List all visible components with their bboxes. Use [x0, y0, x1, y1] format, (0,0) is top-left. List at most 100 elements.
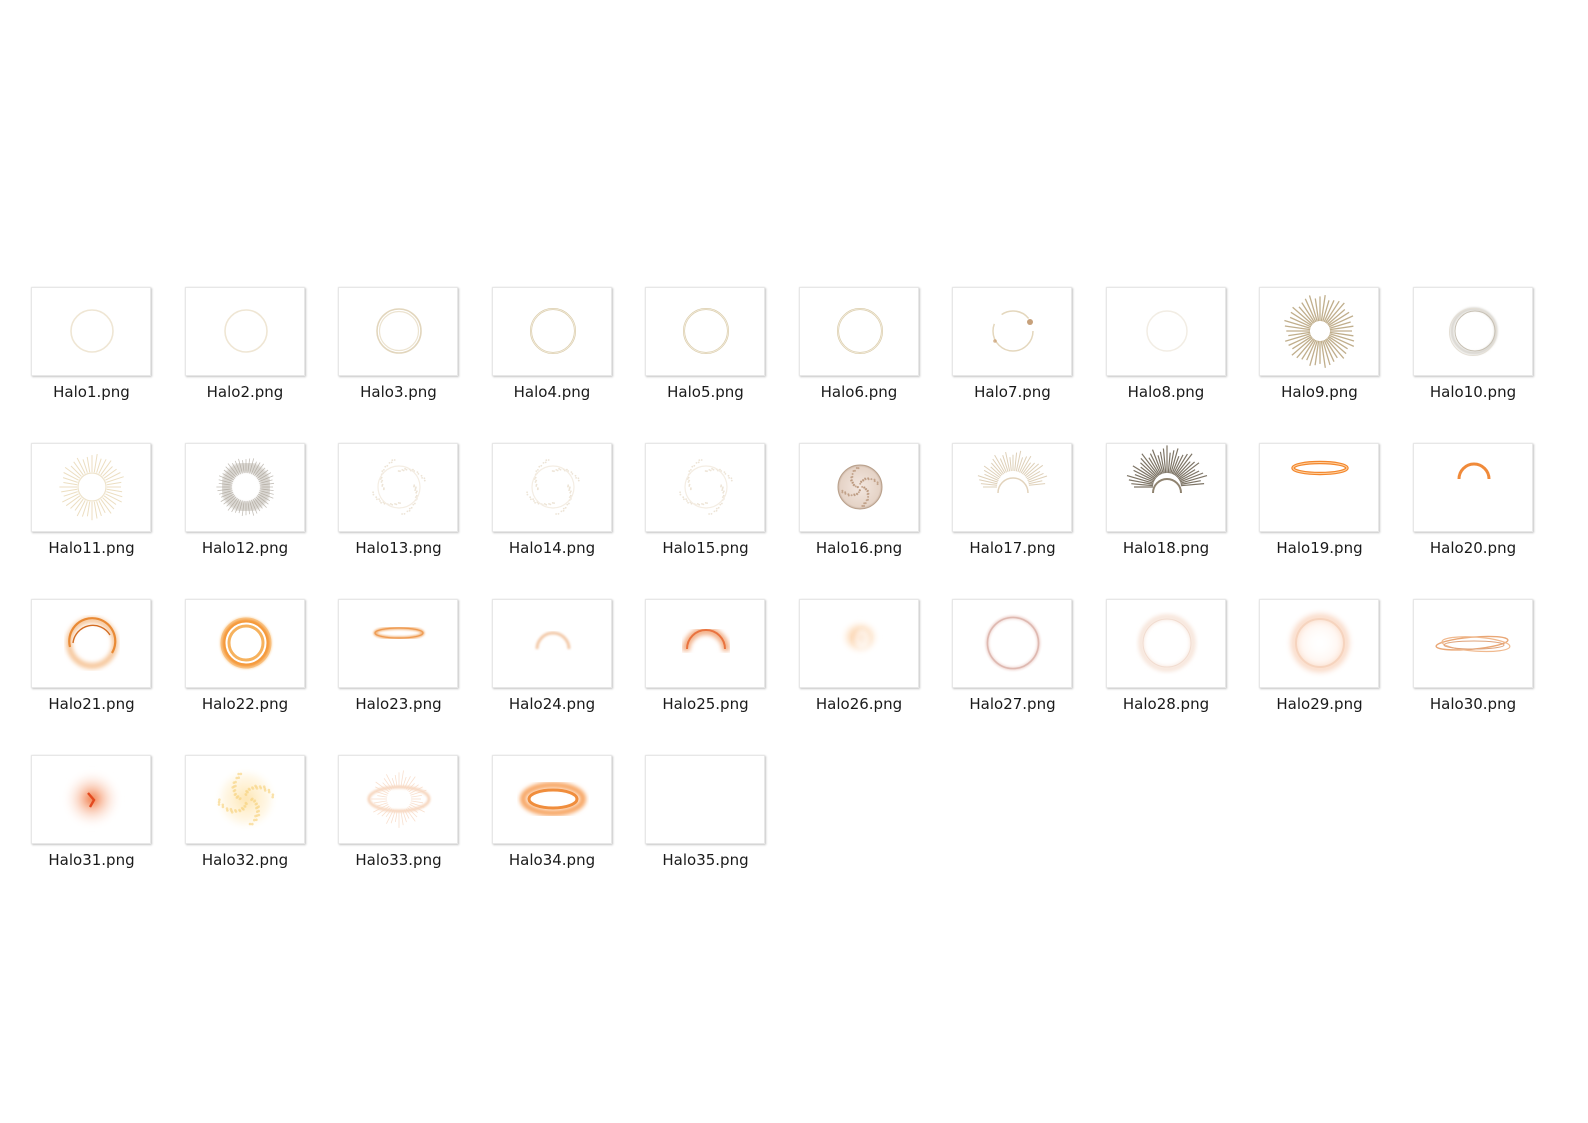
orange-burst-glow-icon [62, 769, 122, 829]
orange-arc-icon [1457, 462, 1490, 480]
gray-swirl-ring-icon [215, 458, 274, 516]
file-item[interactable]: Halo22.png [154, 599, 307, 739]
thin-pale-gold-ring-icon [70, 309, 114, 353]
file-item[interactable]: Halo12.png [154, 443, 307, 583]
file-thumbnail[interactable] [31, 599, 151, 688]
dark-half-sunburst-icon [1126, 445, 1207, 494]
file-item[interactable]: Halo14.png [461, 443, 614, 583]
file-item[interactable]: Halo17.png [921, 443, 1074, 583]
file-thumbnail[interactable] [184, 755, 305, 844]
file-item[interactable]: Halo19.png [1228, 443, 1381, 583]
thin-pale-gold-ring-icon [223, 309, 268, 353]
broken-gold-ring-with-sparkles-icon [992, 310, 1034, 352]
file-thumbnail[interactable] [645, 443, 765, 532]
file-item[interactable]: Halo32.png [154, 755, 307, 895]
faint-gold-sunburst-icon [59, 454, 124, 521]
file-item[interactable]: Halo26.png [768, 599, 921, 739]
file-item[interactable]: Halo10.png [1382, 287, 1535, 427]
gold-sunburst-icon [1284, 295, 1355, 368]
soft-peach-glow-ring-icon [1286, 609, 1354, 677]
gold-ring-icon [683, 308, 729, 354]
file-item[interactable]: Halo24.png [461, 599, 614, 739]
file-thumbnail[interactable] [184, 599, 305, 688]
file-item[interactable]: Halo25.png [614, 599, 767, 739]
file-name-label: Halo35.png [662, 851, 749, 869]
file-thumbnail[interactable] [184, 443, 305, 532]
file-thumbnail[interactable] [31, 443, 151, 532]
file-thumbnail[interactable] [952, 599, 1072, 688]
file-thumbnail[interactable] [645, 287, 765, 376]
file-item[interactable]: Halo15.png [614, 443, 767, 583]
speckled-gold-disc-icon [837, 464, 882, 510]
file-thumbnail[interactable] [338, 755, 458, 844]
faint-peach-ring-icon [1138, 614, 1195, 672]
file-item[interactable]: Halo16.png [768, 443, 921, 583]
file-name-label: Halo30.png [1429, 695, 1517, 713]
orange-glow-ring-icon [66, 617, 118, 669]
file-thumbnail[interactable] [798, 599, 919, 688]
yellow-sparkle-cloud-icon [213, 767, 278, 831]
bright-orange-double-ring-icon [219, 617, 272, 669]
file-thumbnail[interactable] [645, 755, 765, 844]
file-thumbnail[interactable] [1412, 599, 1533, 688]
faint-sparkle-ring-icon [372, 459, 426, 515]
file-item[interactable]: Halo13.png [307, 443, 460, 583]
file-thumbnail[interactable] [952, 287, 1072, 376]
gold-ring-icon [529, 308, 576, 354]
file-thumbnail[interactable] [1259, 599, 1379, 688]
file-thumbnail[interactable] [1105, 443, 1226, 532]
file-thumbnail[interactable] [338, 599, 458, 688]
soft-pink-ring-icon [983, 613, 1043, 673]
file-thumbnail[interactable] [491, 287, 612, 376]
file-thumbnail[interactable] [1105, 599, 1226, 688]
faint-sparkle-ring-icon [525, 459, 580, 515]
empty-thumbnail-icon [646, 756, 764, 843]
file-item[interactable]: Halo27.png [921, 599, 1074, 739]
file-item[interactable]: Halo7.png [921, 287, 1074, 427]
sketchy-gold-ring-icon [1448, 307, 1497, 356]
faint-sparkle-ring-icon [679, 459, 733, 515]
file-thumbnail[interactable] [645, 599, 765, 688]
file-item[interactable]: Halo23.png [307, 599, 460, 739]
file-item[interactable]: Halo2.png [154, 287, 307, 427]
file-item[interactable]: Halo5.png [614, 287, 767, 427]
file-name-label: Halo20.png [1429, 539, 1517, 557]
file-thumbnail[interactable] [1412, 443, 1533, 532]
thumbnail-grid: Halo1.png Halo2.png Halo3.png Halo4.png … [0, 0, 1588, 1123]
file-thumbnail[interactable] [338, 443, 458, 532]
file-thumbnail[interactable] [491, 755, 612, 844]
file-thumbnail[interactable] [31, 287, 151, 376]
file-item[interactable]: Halo18.png [1075, 443, 1228, 583]
file-thumbnail[interactable] [798, 443, 919, 532]
file-item[interactable]: Halo3.png [307, 287, 460, 427]
file-thumbnail[interactable] [491, 599, 612, 688]
file-item[interactable]: Halo11.png [0, 443, 153, 583]
file-thumbnail[interactable] [1412, 287, 1533, 376]
file-thumbnail[interactable] [1105, 287, 1226, 376]
file-item[interactable]: Halo9.png [1228, 287, 1381, 427]
file-item[interactable]: Halo4.png [461, 287, 614, 427]
file-thumbnail[interactable] [1259, 287, 1379, 376]
faint-orange-arc-icon [535, 631, 570, 650]
file-item[interactable]: Halo30.png [1382, 599, 1535, 739]
file-thumbnail[interactable] [952, 443, 1072, 532]
file-item[interactable]: Halo33.png [307, 755, 460, 895]
file-item[interactable]: Halo35.png [614, 755, 767, 895]
file-item[interactable]: Halo31.png [0, 755, 153, 895]
file-item[interactable]: Halo28.png [1075, 599, 1228, 739]
file-item[interactable]: Halo29.png [1228, 599, 1381, 739]
orange-ellipse-halo-icon [1291, 460, 1349, 476]
faint-gold-ring-icon [1145, 310, 1188, 352]
file-item[interactable]: Halo8.png [1075, 287, 1228, 427]
file-item[interactable]: Halo34.png [461, 755, 614, 895]
file-item[interactable]: Halo1.png [0, 287, 153, 427]
file-item[interactable]: Halo20.png [1382, 443, 1535, 583]
file-item[interactable]: Halo6.png [768, 287, 921, 427]
file-thumbnail[interactable] [338, 287, 458, 376]
file-thumbnail[interactable] [491, 443, 612, 532]
file-thumbnail[interactable] [798, 287, 919, 376]
file-thumbnail[interactable] [184, 287, 305, 376]
file-thumbnail[interactable] [1259, 443, 1379, 532]
file-thumbnail[interactable] [31, 755, 151, 844]
file-item[interactable]: Halo21.png [0, 599, 153, 739]
